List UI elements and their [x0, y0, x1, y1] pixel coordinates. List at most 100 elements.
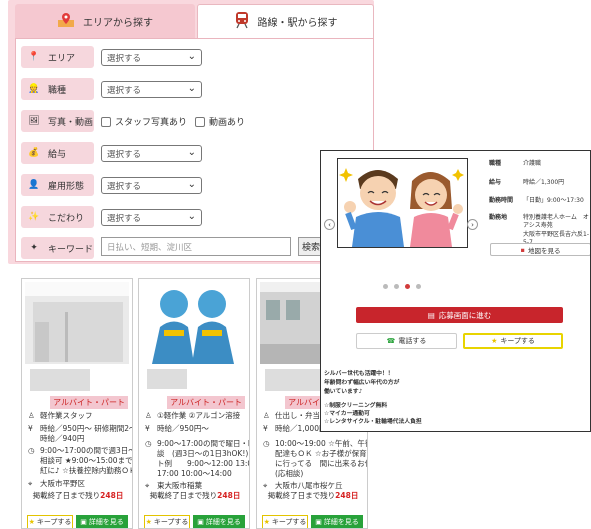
sparkle-icon: ✦ — [30, 243, 38, 253]
preference-select[interactable]: 選択する ⌄ — [101, 209, 202, 226]
keyword-placeholder: 日払い、短期、淀川区 — [107, 242, 193, 253]
carousel-dot[interactable] — [394, 284, 399, 289]
clock-icon: ◷ — [263, 439, 270, 448]
form-label-keyword: キーワード — [48, 244, 94, 255]
chevron-down-icon: ⌄ — [187, 179, 196, 190]
detail-button[interactable]: ▣ 詳細を見る — [76, 515, 128, 528]
phone-button[interactable]: ☎ 電話する — [356, 333, 457, 349]
media-checkboxes: スタッフ写真あり 動画あり — [101, 115, 253, 128]
carousel-prev-button[interactable]: ‹ — [324, 219, 335, 230]
job-title: ♙ ①軽作業 ②アルゴン溶接 — [145, 411, 241, 420]
time-line-4: (応相談) — [275, 469, 304, 478]
salary-line-2: 時給／940円 — [40, 434, 85, 443]
job-card[interactable]: アルバイト・パート ♙軽作業スタッフ ¥時給／950円～ 研修期間2～3ヶ月 時… — [21, 278, 133, 529]
employment-badge: アルバイト・パート — [50, 396, 128, 409]
job-select-value: 選択する — [107, 85, 142, 96]
chevron-down-icon: ⌄ — [187, 147, 196, 158]
chevron-down-icon: ⌄ — [187, 211, 196, 222]
form-row-salary: 💰 給与 — [21, 141, 94, 165]
map-button[interactable]: ▪ 地図を見る — [490, 243, 590, 256]
tab-area-search[interactable]: エリアから探す — [15, 4, 195, 38]
employment-select[interactable]: 選択する ⌄ — [101, 177, 202, 194]
checkbox-box[interactable] — [195, 116, 206, 127]
job-card[interactable]: アルバイト・パート ♙ ①軽作業 ②アルゴン溶接 ¥ 時給／950円～ ◷ 9:00～… — [138, 278, 250, 529]
form-label-preference: こだわり — [48, 213, 85, 224]
salary-line: ¥ 時給／950円～ — [145, 424, 209, 433]
phone-icon: ☎ — [386, 337, 396, 345]
carousel-next-button[interactable]: › — [467, 219, 478, 230]
carousel-dots — [383, 284, 421, 289]
time-line: ◷9:00～17:00の間で曜日・時間は応 — [145, 439, 249, 448]
chevron-left-icon: ‹ — [328, 220, 331, 229]
carousel-dot[interactable] — [416, 284, 421, 289]
form-label-employment: 雇用形態 — [48, 181, 85, 192]
clock-icon: ◷ — [145, 439, 152, 448]
star-icon: ★ — [145, 518, 152, 526]
photo-icon: 🖼 — [28, 116, 40, 126]
staff-photo-checkbox[interactable]: スタッフ写真あり — [101, 115, 187, 128]
time-line-2: 配達もＯＫ ☆お子様が保育園や学校 — [275, 449, 367, 458]
form-row-keyword: ✦ キーワード — [21, 236, 94, 260]
time-line-3: 紅に♪ ☆扶養控除内勤務ＯＫ — [40, 466, 133, 475]
popup-text-line: ☆レンタサイクル・駐輪場代法人負担 — [324, 419, 422, 425]
keyword-input[interactable]: 日払い、短期、淀川区 — [101, 237, 291, 256]
blurred-company-name — [265, 369, 321, 391]
star-icon: ★ — [263, 518, 270, 526]
form-label-area: エリア — [48, 53, 76, 64]
form-row-employment: 👤 雇用形態 — [21, 173, 94, 197]
worker-icon: 👷 — [28, 84, 40, 94]
info-row-job: 職種 介護職 — [489, 160, 542, 167]
map-pin-icon: ▪ — [520, 245, 525, 254]
time-line-3: に行ってる 間に出来るお仕事です — [275, 459, 367, 468]
time-line-2: 相談可 ★9:00～15:00まで働ける美 — [40, 456, 133, 465]
keep-button[interactable]: ★ キープする — [262, 515, 308, 528]
popup-text-line: ☆制服クリーニング無料 — [324, 403, 388, 409]
job-photo — [25, 282, 129, 364]
document-icon: ▤ — [427, 310, 435, 320]
job-title: ♙ 軽作業スタッフ — [28, 411, 93, 420]
hero-illustration — [337, 158, 468, 248]
form-label-salary: 給与 — [48, 149, 67, 160]
apply-button[interactable]: ▤ 応募画面に進む — [356, 307, 563, 323]
yen-icon: ¥ — [28, 424, 33, 433]
person-icon: ♙ — [263, 411, 270, 420]
job-detail-popup: ‹ › 職種 介護職 給与 時給／1,300円 勤務時間 「日勤」9:00～17… — [320, 150, 591, 432]
checkbox-box[interactable] — [101, 116, 111, 127]
staff-photo-label: スタッフ写真あり — [115, 118, 188, 128]
person-icon: 👤 — [28, 180, 40, 190]
salary-line: ¥時給／950円～ 研修期間2～3ヶ月 — [28, 424, 132, 433]
carousel-dot-active[interactable] — [405, 284, 410, 289]
clock-icon: ◷ — [28, 446, 35, 455]
detail-button[interactable]: ▣ 詳細を見る — [193, 515, 245, 528]
carousel-dot[interactable] — [383, 284, 388, 289]
map-pin-icon — [57, 12, 75, 31]
salary-select[interactable]: 選択する ⌄ — [101, 145, 202, 162]
sparkle-icon: ✨ — [28, 212, 40, 222]
form-label-job: 職種 — [48, 85, 67, 96]
video-checkbox[interactable]: 動画あり — [195, 115, 245, 128]
area-select-value: 選択する — [107, 53, 142, 64]
keep-button[interactable]: ★ キープする — [144, 515, 190, 528]
document-icon: ▣ — [80, 518, 87, 526]
tab-area-label: エリアから探す — [83, 17, 153, 29]
tab-line-search[interactable]: 路線・駅から探す — [197, 4, 374, 38]
yen-icon: ¥ — [145, 424, 150, 433]
job-select[interactable]: 選択する ⌄ — [101, 81, 202, 98]
form-label-media: 写真・動画 — [48, 117, 94, 128]
star-icon: ★ — [491, 337, 498, 345]
preference-select-value: 選択する — [107, 213, 142, 224]
info-row-location: 勤務地 特別養護老人ホーム オアシス寿苑 — [489, 214, 589, 229]
detail-button[interactable]: ▣ 詳細を見る — [311, 515, 363, 528]
chevron-down-icon: ⌄ — [187, 83, 196, 94]
form-row-area: 📍 エリア — [21, 45, 94, 69]
info-row-salary: 給与 時給／1,300円 — [489, 179, 565, 186]
keep-button[interactable]: ★ キープする — [27, 515, 73, 528]
map-pin-icon: 📍 — [28, 52, 40, 62]
popup-keep-button[interactable]: ★ キープする — [463, 333, 563, 349]
video-label: 動画あり — [209, 118, 246, 128]
popup-text-line: 年齢問わず幅広い年代の方が — [324, 380, 400, 386]
posting-remaining: 掲載終了日まで残り248日 — [32, 491, 124, 500]
popup-text-line: シルバー世代も活躍中！！ — [324, 371, 394, 377]
document-icon: ▣ — [197, 518, 204, 526]
area-select[interactable]: 選択する ⌄ — [101, 49, 202, 66]
